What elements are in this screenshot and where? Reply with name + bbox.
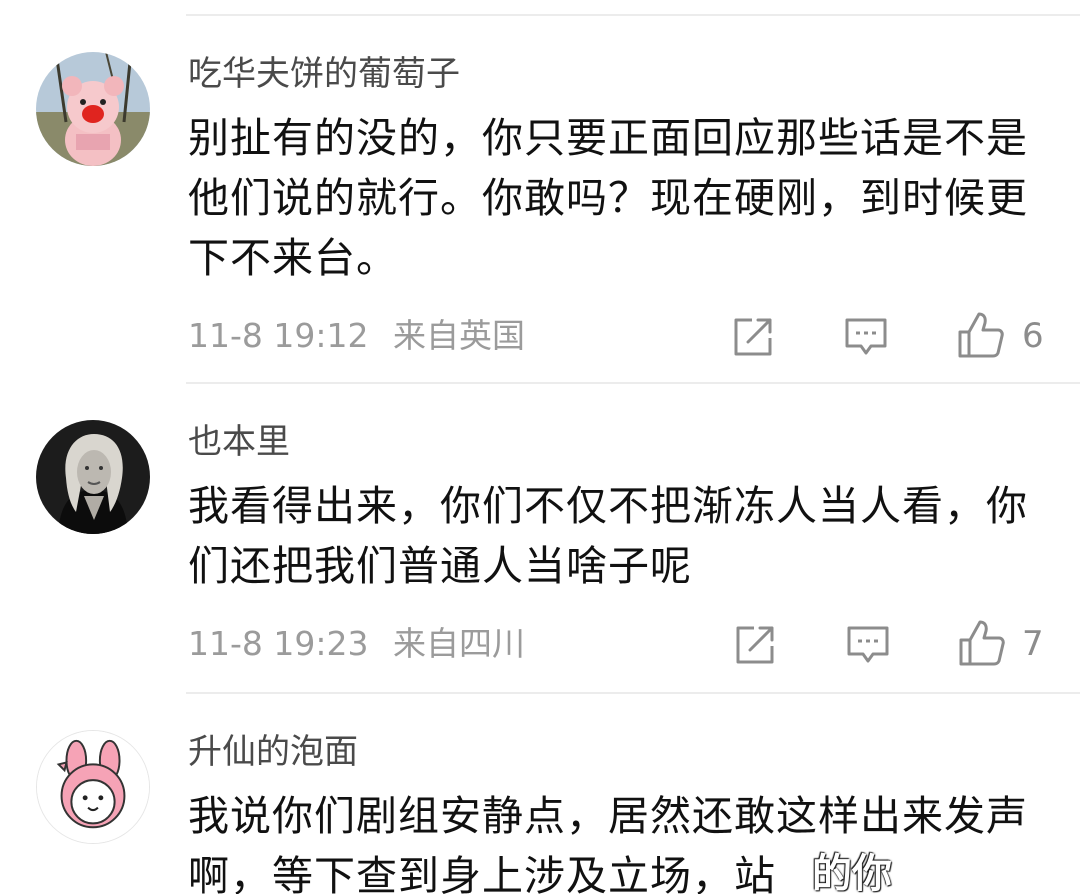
comment-text: 别扯有的没的，你只要正面回应那些话是不是他们说的就行。你敢吗？现在硬刚，到时候更… (188, 114, 1028, 282)
share-icon (736, 626, 774, 664)
divider (186, 14, 1080, 16)
comment-time: 11-8 19:23 (188, 624, 369, 663)
comment-text: 我看得出来，你们不仅不把渐冻人当人看，你们还把我们普通人当啥子呢 (188, 482, 1028, 590)
like-icon (959, 620, 1005, 666)
comment-location: 来自英国 (393, 316, 525, 355)
comment-feed: 吃华夫饼的葡萄子 别扯有的没的，你只要正面回应那些话是不是他们说的就行。你敢吗？… (0, 0, 1080, 894)
like-count: 6 (1022, 316, 1044, 356)
comment-time: 11-8 19:12 (188, 316, 369, 355)
reply-icon (847, 626, 889, 663)
plush-bear-avatar-icon (36, 52, 150, 166)
avatar[interactable] (36, 730, 150, 844)
username[interactable]: 吃华夫饼的葡萄子 (188, 52, 460, 96)
reply-button[interactable] (843, 314, 889, 360)
like-count: 7 (1022, 624, 1044, 664)
share-icon (734, 318, 772, 356)
woman-portrait-avatar-icon (36, 420, 150, 534)
avatar[interactable] (36, 420, 150, 534)
username[interactable]: 升仙的泡面 (188, 730, 358, 774)
like-icon (958, 312, 1004, 358)
share-button[interactable] (730, 314, 776, 360)
avatar[interactable] (36, 52, 150, 166)
comment-text: 我说你们剧组安静点，居然还敢这样出来发声啊，等下查到身上涉及立场，站 (188, 792, 1028, 894)
like-button[interactable] (957, 618, 1007, 668)
reply-button[interactable] (845, 622, 891, 668)
divider (186, 382, 1080, 384)
comment-meta: 11-8 19:23 来自四川 (188, 622, 525, 666)
comment-location: 来自四川 (393, 624, 525, 663)
reply-icon (845, 318, 887, 355)
watermark: 的你 (812, 851, 892, 894)
divider (186, 692, 1080, 694)
pink-bunny-avatar-icon (37, 731, 149, 843)
comment-meta: 11-8 19:12 来自英国 (188, 314, 525, 358)
share-button[interactable] (732, 622, 778, 668)
username[interactable]: 也本里 (188, 420, 290, 464)
like-button[interactable] (956, 310, 1006, 360)
